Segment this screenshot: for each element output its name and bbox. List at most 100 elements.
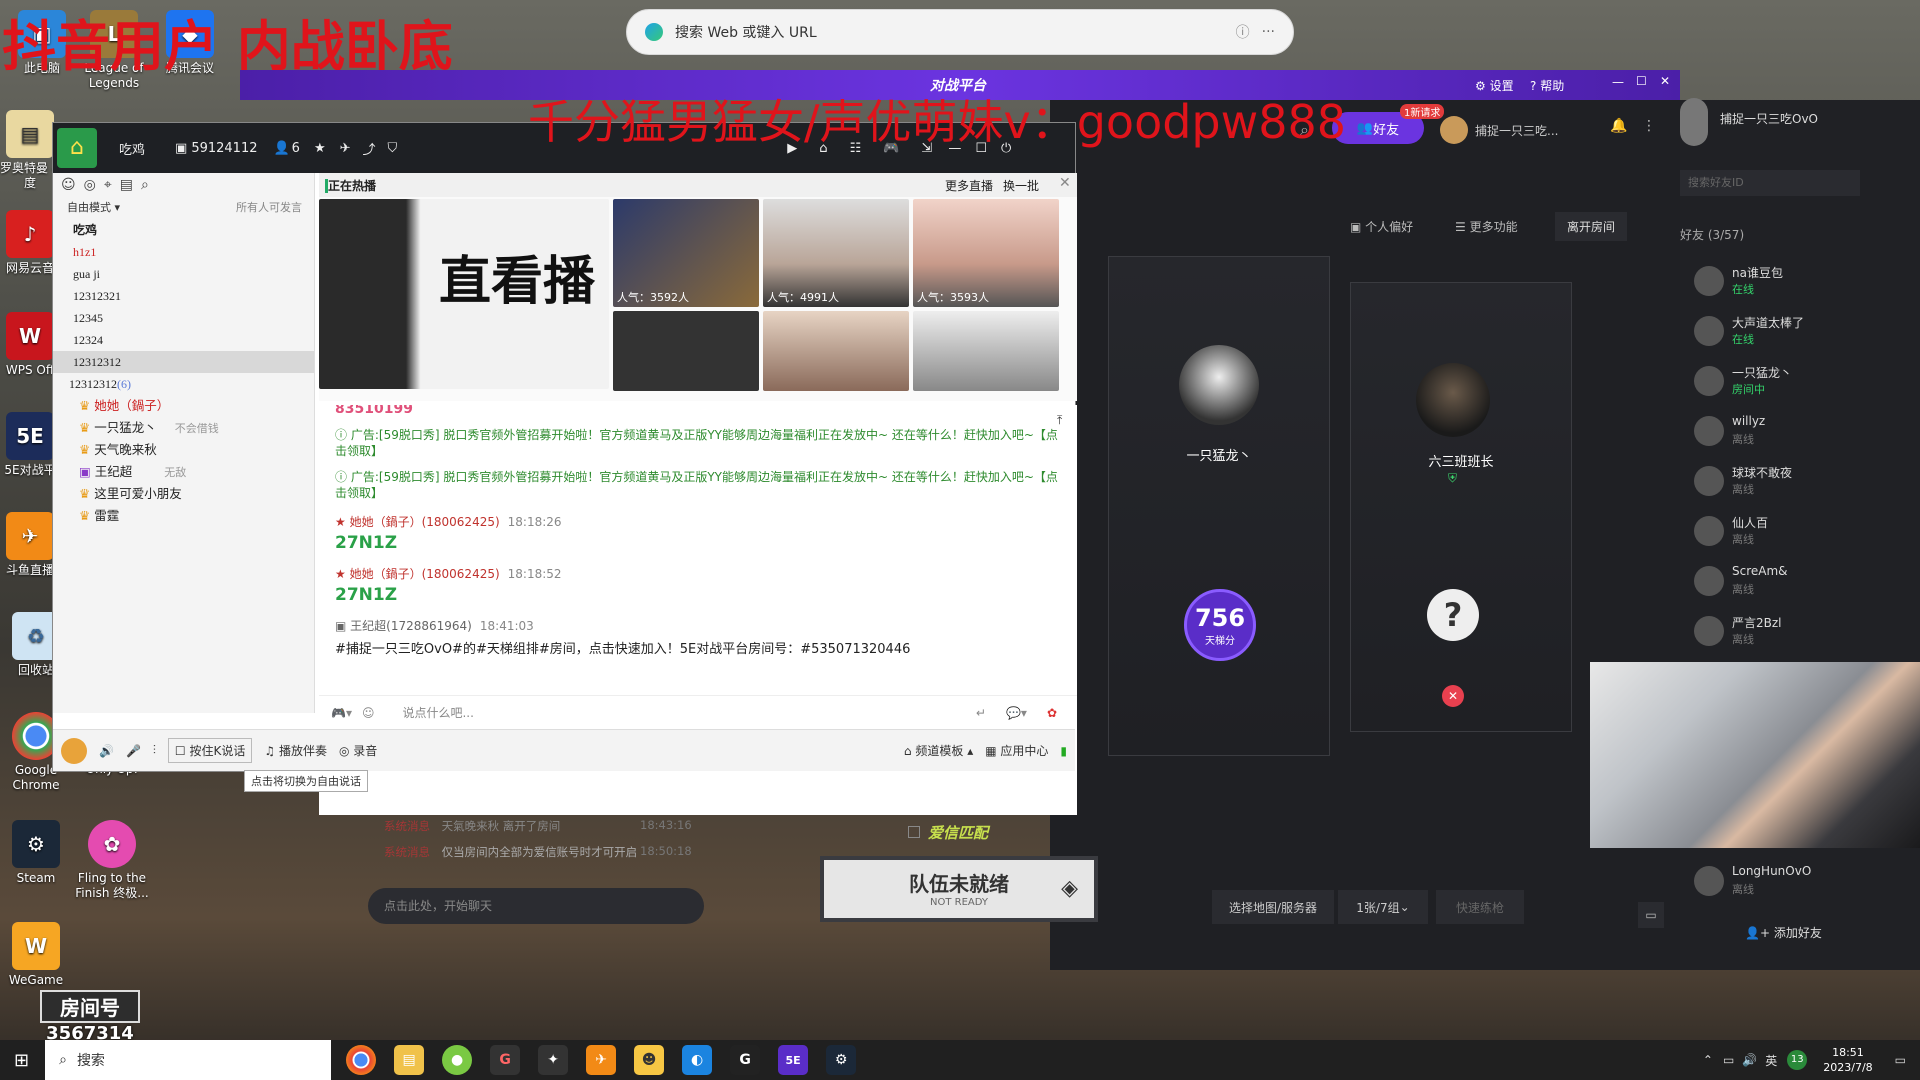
kebab-menu-icon[interactable]: ⋮ — [1642, 118, 1656, 134]
desktop-icon-steam[interactable]: ⚙ Steam — [0, 820, 78, 886]
mode-select[interactable]: 自由模式 ▾ — [67, 201, 120, 214]
flower-icon[interactable]: ✿ — [1047, 706, 1057, 720]
5e-icon[interactable]: 5E — [778, 1045, 809, 1075]
language-indicator[interactable]: 英 — [1765, 1052, 1777, 1069]
home-icon[interactable]: ⌂ — [57, 128, 97, 168]
chat-bubble-icon[interactable]: ▭ — [1638, 902, 1664, 928]
chat-style-icon[interactable]: 💬▾ — [1006, 706, 1027, 720]
channel-template-button[interactable]: ⌂ 频道模板 ▴ — [904, 742, 973, 759]
friend-item[interactable]: na谁豆包 在线 — [1694, 264, 1904, 304]
taskbar-search[interactable]: ⌕ 搜索 — [45, 1040, 332, 1080]
friend-item[interactable]: LongHunOvO 离线 — [1694, 864, 1904, 904]
member-row[interactable]: ♛ 她她（鍋子） — [53, 395, 314, 417]
love-match-checkbox[interactable]: 爱信匹配 — [908, 822, 988, 843]
friend-item[interactable]: willyz 离线 — [1694, 414, 1904, 454]
live-thumb[interactable] — [913, 311, 1059, 391]
app-icon[interactable]: ● — [442, 1045, 473, 1075]
send-icon[interactable]: ↵ — [976, 706, 986, 720]
friend-item[interactable]: 一只猛龙丶 房间中 — [1694, 364, 1904, 404]
tree-channel[interactable]: gua ji — [53, 263, 314, 285]
clock[interactable]: 18:51 2023/7/8 — [1823, 1045, 1872, 1075]
player-card-2[interactable]: 六三班班长 ⛨ ? ✕ — [1350, 282, 1572, 732]
record-button[interactable]: ◎ 录音 — [339, 742, 377, 759]
user-icon[interactable]: ☺ — [61, 177, 84, 193]
mode-select[interactable]: 1张/7组 ⌄ — [1338, 890, 1428, 924]
speaker-icon[interactable]: 🔊 — [99, 744, 114, 758]
more-icon[interactable]: ··· — [1262, 24, 1275, 40]
tree-channel-active[interactable]: 12312312(6) — [53, 373, 314, 395]
search-icon[interactable]: ⌕ — [141, 177, 157, 193]
member-row[interactable]: ▣ 王纪超 无敌 — [53, 461, 314, 483]
network-icon[interactable]: ▭ — [1723, 1053, 1734, 1067]
user-name[interactable]: 捕捉一只三吃... — [1475, 122, 1558, 139]
tree-channel[interactable]: 吃鸡 — [53, 219, 314, 241]
bell-icon[interactable]: 🔔 — [1610, 118, 1627, 134]
kick-icon[interactable]: ✕ — [1442, 685, 1464, 707]
desktop-icon-wegame[interactable]: W WeGame — [0, 922, 78, 988]
star-icon[interactable]: ★ — [314, 141, 326, 156]
windows-start-icon[interactable]: ⊞ — [14, 1050, 29, 1071]
member-row[interactable]: ♛ 一只猛龙丶 不会借钱 — [53, 417, 314, 439]
quick-aim-button[interactable]: 快速练枪 — [1436, 890, 1524, 924]
notes-icon[interactable]: ▤ — [120, 177, 141, 193]
map-server-select[interactable]: 选择地图/服务器 — [1212, 890, 1334, 924]
friend-search-input[interactable]: 搜索好友ID — [1680, 170, 1860, 196]
tree-channel[interactable]: 12324 — [53, 329, 314, 351]
yy-icon[interactable]: ☻ — [634, 1045, 665, 1075]
plane-icon[interactable]: ✈ — [340, 141, 351, 156]
desktop-icon-fling[interactable]: ✿ Fling to the Finish 终极... — [70, 820, 154, 901]
mixer-icon[interactable]: ⫶ — [153, 743, 156, 758]
member-row[interactable]: ♛ 这里可爱小朋友 — [53, 483, 314, 505]
tray-up-icon[interactable]: ⌃ — [1703, 1053, 1713, 1067]
play-music-button[interactable]: ♫ 播放伴奏 — [264, 742, 327, 759]
personal-preferences-button[interactable]: ▣ 个人偏好 — [1350, 218, 1413, 235]
location-icon[interactable]: ⌖ — [104, 177, 120, 193]
chrome-icon[interactable] — [346, 1045, 377, 1075]
steam-icon[interactable]: ⚙ — [826, 1045, 857, 1075]
push-to-talk-button[interactable]: ☐ 按住K说话 — [167, 738, 253, 763]
app-icon[interactable]: ◐ — [682, 1045, 713, 1075]
edge-search-bar[interactable]: 搜索 Web 或键入 URL ⓘ ··· — [626, 9, 1294, 55]
help-icon[interactable]: ⓘ — [1236, 22, 1250, 42]
maximize-icon[interactable]: ☐ — [1636, 74, 1647, 88]
minimize-icon[interactable]: — — [1612, 75, 1624, 89]
douyu-icon[interactable]: ✈ — [586, 1045, 617, 1075]
close-icon[interactable]: ✕ — [1660, 74, 1670, 88]
live-thumb[interactable]: 人气：4991人 — [763, 199, 909, 307]
add-friend-button[interactable]: 👤+ 添加好友 — [1745, 924, 1822, 941]
friend-item[interactable]: ScreAm& 离线 — [1694, 564, 1904, 604]
friend-item[interactable]: 大声道太棒了 在线 — [1694, 314, 1904, 354]
notification-icon[interactable]: ▭ — [1895, 1053, 1906, 1067]
tree-channel[interactable]: h1z1 — [53, 241, 314, 263]
side-user-avatar[interactable] — [1680, 98, 1708, 146]
question-icon[interactable]: ? — [1427, 589, 1479, 641]
tray-badge[interactable]: 13 — [1787, 1050, 1808, 1070]
help-button[interactable]: ? 帮助 — [1530, 77, 1564, 94]
friend-item[interactable]: 球球不敢夜 离线 — [1694, 464, 1904, 504]
live-banner[interactable]: 直看播 — [319, 199, 609, 389]
mic-icon[interactable]: 🎤 — [126, 744, 141, 758]
app-icon[interactable]: G — [730, 1045, 761, 1075]
platform-chat-input[interactable]: 点击此处，开始聊天 — [368, 888, 704, 924]
gamepad-icon[interactable]: 🎮▾ — [331, 706, 352, 720]
share-icon[interactable]: ⤴ — [363, 139, 376, 158]
live-thumb[interactable] — [763, 311, 909, 391]
app-center-button[interactable]: ▦ 应用中心 — [985, 742, 1048, 759]
shield-icon[interactable]: ⛉ — [388, 141, 398, 156]
scroll-top-icon[interactable]: ⤒ — [1057, 413, 1062, 428]
live-thumb[interactable]: 人气：3593人 — [913, 199, 1059, 307]
chat-input[interactable]: 🎮▾ ☺ 说点什么吧... ↵ 💬▾ ✿ — [319, 695, 1077, 729]
headset-icon[interactable]: ◎ — [84, 177, 104, 193]
refresh-link[interactable]: 换一批 — [1003, 177, 1039, 194]
file-explorer-icon[interactable]: ▤ — [394, 1045, 425, 1075]
tree-channel[interactable]: 12312321 — [53, 285, 314, 307]
friend-item[interactable]: 仙人百 离线 — [1694, 514, 1904, 554]
tree-channel[interactable]: 12345 — [53, 307, 314, 329]
member-row[interactable]: ♛ 天气晚来秋 — [53, 439, 314, 461]
more-functions-button[interactable]: ☰ 更多功能 — [1455, 218, 1518, 235]
leave-room-button[interactable]: 离开房间 — [1555, 212, 1628, 241]
settings-button[interactable]: ⚙ 设置 — [1475, 77, 1514, 94]
close-icon[interactable]: ✕ — [1059, 175, 1071, 191]
member-row[interactable]: ♛ 雷霆 — [53, 505, 314, 527]
emoji-icon[interactable]: ☺ — [362, 706, 375, 720]
